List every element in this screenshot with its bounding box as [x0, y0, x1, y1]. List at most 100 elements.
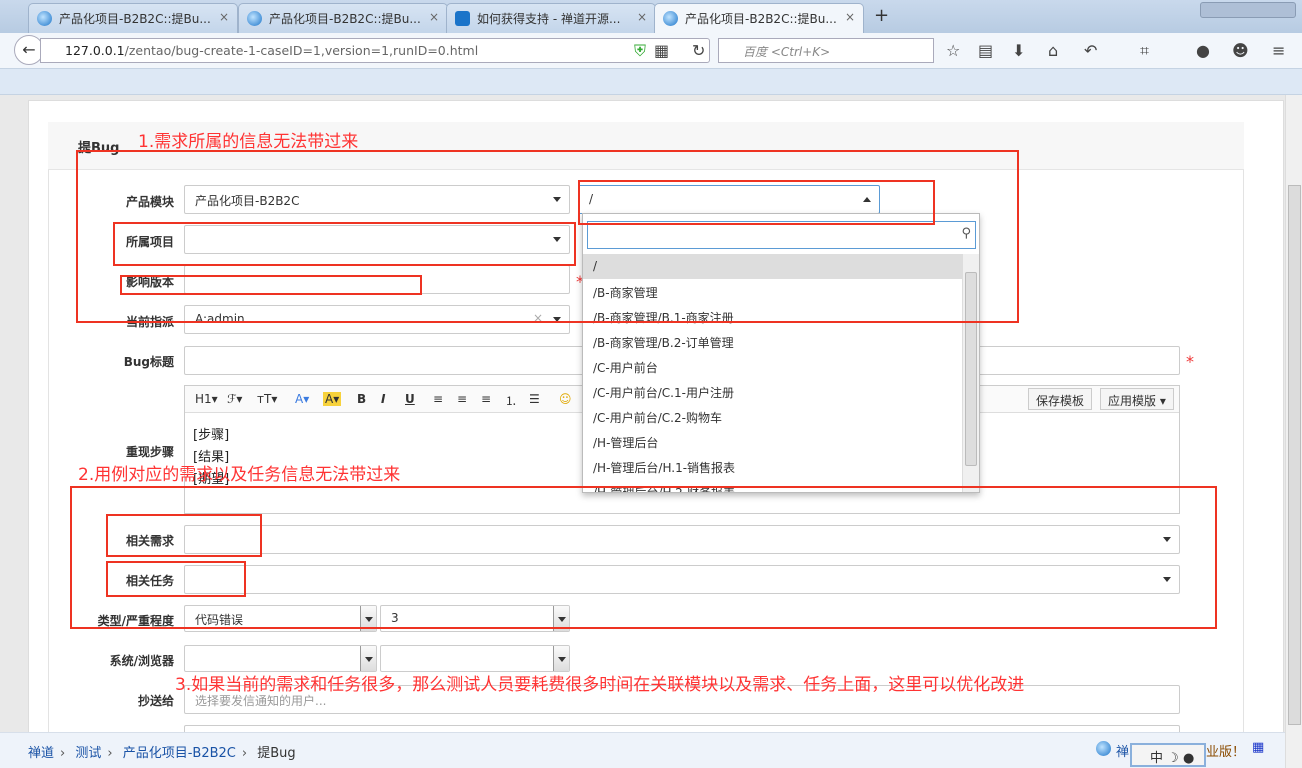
breadcrumb-separator: › [241, 746, 248, 761]
font-family-icon[interactable]: ℱ▾ [227, 392, 242, 406]
annotation-box [106, 561, 246, 597]
breadcrumb-test[interactable]: 测试 [75, 746, 101, 761]
module-option[interactable]: /B-商家管理/B.2-订单管理 [583, 329, 963, 354]
new-tab-button[interactable]: + [874, 5, 889, 26]
qrcode-icon[interactable]: ▦ [654, 41, 669, 60]
nav-bar: ← 127.0.0.1/zentao/bug-create-1-caseID=1… [0, 33, 1302, 69]
search-input[interactable]: 百度 <Ctrl+K> [718, 38, 934, 63]
promo-link[interactable]: 禅 [1116, 741, 1129, 760]
font-size-icon[interactable]: тT▾ [257, 392, 277, 406]
breadcrumb-separator: › [107, 746, 113, 761]
url-host: 127.0.0.1 [65, 43, 125, 58]
close-tab-icon[interactable]: × [429, 10, 439, 24]
apply-template-button[interactable]: 应用模版 ▾ [1100, 388, 1174, 410]
apply-template-label: 应用模版 [1108, 394, 1157, 408]
unordered-list-icon[interactable]: ☰ [529, 392, 540, 406]
emoji-icon[interactable]: ☺ [559, 392, 572, 406]
bold-icon[interactable]: B [357, 392, 366, 406]
smiley-icon[interactable]: ☻ [1232, 41, 1249, 60]
scroll-thumb[interactable] [1288, 185, 1301, 725]
tab-bar: 产品化项目-B2B2C::提Bu... × 产品化项目-B2B2C::提Bu...… [0, 0, 1302, 33]
required-mark: * [1186, 352, 1194, 371]
breadcrumb-product[interactable]: 产品化项目-B2B2C [123, 746, 236, 761]
select-button [360, 646, 376, 671]
zentao-favicon-icon [247, 11, 262, 26]
window-controls[interactable] [1200, 2, 1296, 18]
chevron-down-icon [558, 657, 566, 662]
ordered-list-icon[interactable]: ⒈ [505, 392, 517, 409]
mailto-placeholder: 选择要发信通知的用户... [195, 694, 327, 708]
browser-tab[interactable]: 如何获得支持 - 禅道开源... × [446, 3, 656, 33]
align-right-icon[interactable]: ≡ [481, 392, 491, 406]
bug-title-label: Bug标题 [123, 355, 174, 369]
user-icon: ● [1182, 751, 1195, 766]
chevron-down-icon [365, 657, 373, 662]
align-center-icon[interactable]: ≡ [457, 392, 467, 406]
italic-icon[interactable]: I [381, 392, 385, 406]
module-option[interactable]: /H-管理后台 [583, 429, 963, 454]
steps-line: [步骤] [193, 428, 230, 443]
zentao-favicon-icon [663, 11, 678, 26]
address-bar[interactable]: 127.0.0.1/zentao/bug-create-1-caseID=1,v… [40, 38, 710, 63]
tab-title: 如何获得支持 - 禅道开源... [477, 12, 621, 26]
reload-icon[interactable]: ↻ [692, 41, 705, 60]
annotation-box [70, 486, 1217, 629]
promo-link-text[interactable]: 业版！ [1206, 741, 1245, 760]
download-icon[interactable]: ⬇ [1012, 41, 1025, 60]
breadcrumb-separator: › [60, 746, 66, 761]
os-browser-label: 系统/浏览器 [109, 654, 174, 668]
browser-tab[interactable]: 产品化项目-B2B2C::提Bu... × [238, 3, 448, 33]
underline-icon[interactable]: U [405, 392, 415, 406]
search-placeholder: 百度 <Ctrl+K> [743, 45, 831, 59]
crop-icon[interactable]: ⌗ [1140, 41, 1149, 61]
annotation-box [113, 222, 576, 266]
annotation-box [578, 180, 935, 225]
select-button [553, 646, 569, 671]
annotation-box [106, 514, 262, 557]
module-option[interactable]: /H-管理后台/H.1-销售报表 [583, 454, 963, 479]
mailto-label: 抄送给 [137, 694, 174, 708]
zentao-favicon-icon [37, 11, 52, 26]
steps-label: 重现步骤 [125, 445, 174, 459]
tab-title: 产品化项目-B2B2C::提Bu... [59, 12, 211, 26]
bookmark-star-icon[interactable]: ☆ [946, 41, 960, 60]
page-scrollbar[interactable] [1285, 95, 1302, 768]
annotation-3: 3.如果当前的需求和任务很多，那么测试人员要耗费很多时间在关联模块以及需求、任务… [175, 675, 1025, 695]
browser-tab-active[interactable]: 产品化项目-B2B2C::提Bu... × [654, 3, 864, 33]
reading-icon[interactable]: ▤ [978, 41, 993, 60]
zentao-logo-icon [1096, 741, 1111, 756]
menu-icon[interactable]: ≡ [1272, 41, 1285, 60]
moon-icon: ☽ [1167, 751, 1179, 766]
module-option[interactable]: /C-用户前台/C.1-用户注册 [583, 379, 963, 404]
annotation-box [120, 275, 422, 295]
url-path: /zentao/bug-create-1-caseID=1,version=1,… [124, 43, 479, 58]
module-option[interactable]: /C-用户前台 [583, 354, 963, 379]
qrcode-icon[interactable]: ▦ [1252, 740, 1264, 755]
browser-select[interactable] [380, 645, 570, 672]
module-option[interactable]: /C-用户前台/C.2-购物车 [583, 404, 963, 429]
close-tab-icon[interactable]: × [637, 10, 647, 24]
align-left-icon[interactable]: ≡ [433, 392, 443, 406]
close-tab-icon[interactable]: × [845, 10, 855, 24]
home-icon[interactable]: ⌂ [1048, 41, 1058, 60]
browser-tab[interactable]: 产品化项目-B2B2C::提Bu... × [28, 3, 238, 33]
ime-mode: 中 [1150, 751, 1164, 766]
breadcrumb-current: 提Bug [257, 746, 296, 761]
breadcrumb-home[interactable]: 禅道 [28, 746, 54, 761]
annotation-2: 2.用例对应的需求以及任务信息无法带过来 [78, 465, 401, 485]
heading-icon[interactable]: H1▾ [195, 392, 218, 406]
shield-icon[interactable]: ⛨ [634, 41, 646, 61]
zt-favicon-icon [455, 11, 470, 26]
annotation-1: 1.需求所属的信息无法带过来 [138, 132, 359, 152]
tab-title: 产品化项目-B2B2C::提Bu... [685, 12, 837, 26]
save-template-button[interactable]: 保存模板 [1028, 388, 1093, 410]
ime-toolbar[interactable]: 中 ☽ ● [1130, 743, 1206, 767]
close-tab-icon[interactable]: × [219, 10, 229, 24]
breadcrumb: 禅道 › 测试 › 产品化项目-B2B2C › 提Bug 禅 业版！ ▦ [0, 732, 1285, 768]
chat-icon[interactable]: ● [1196, 41, 1210, 60]
bookmarks-bar [0, 69, 1302, 95]
font-color-icon[interactable]: A▾ [295, 392, 309, 406]
os-select[interactable] [184, 645, 377, 672]
undo-icon[interactable]: ↶ [1084, 41, 1097, 60]
highlight-icon[interactable]: A▾ [323, 392, 342, 406]
